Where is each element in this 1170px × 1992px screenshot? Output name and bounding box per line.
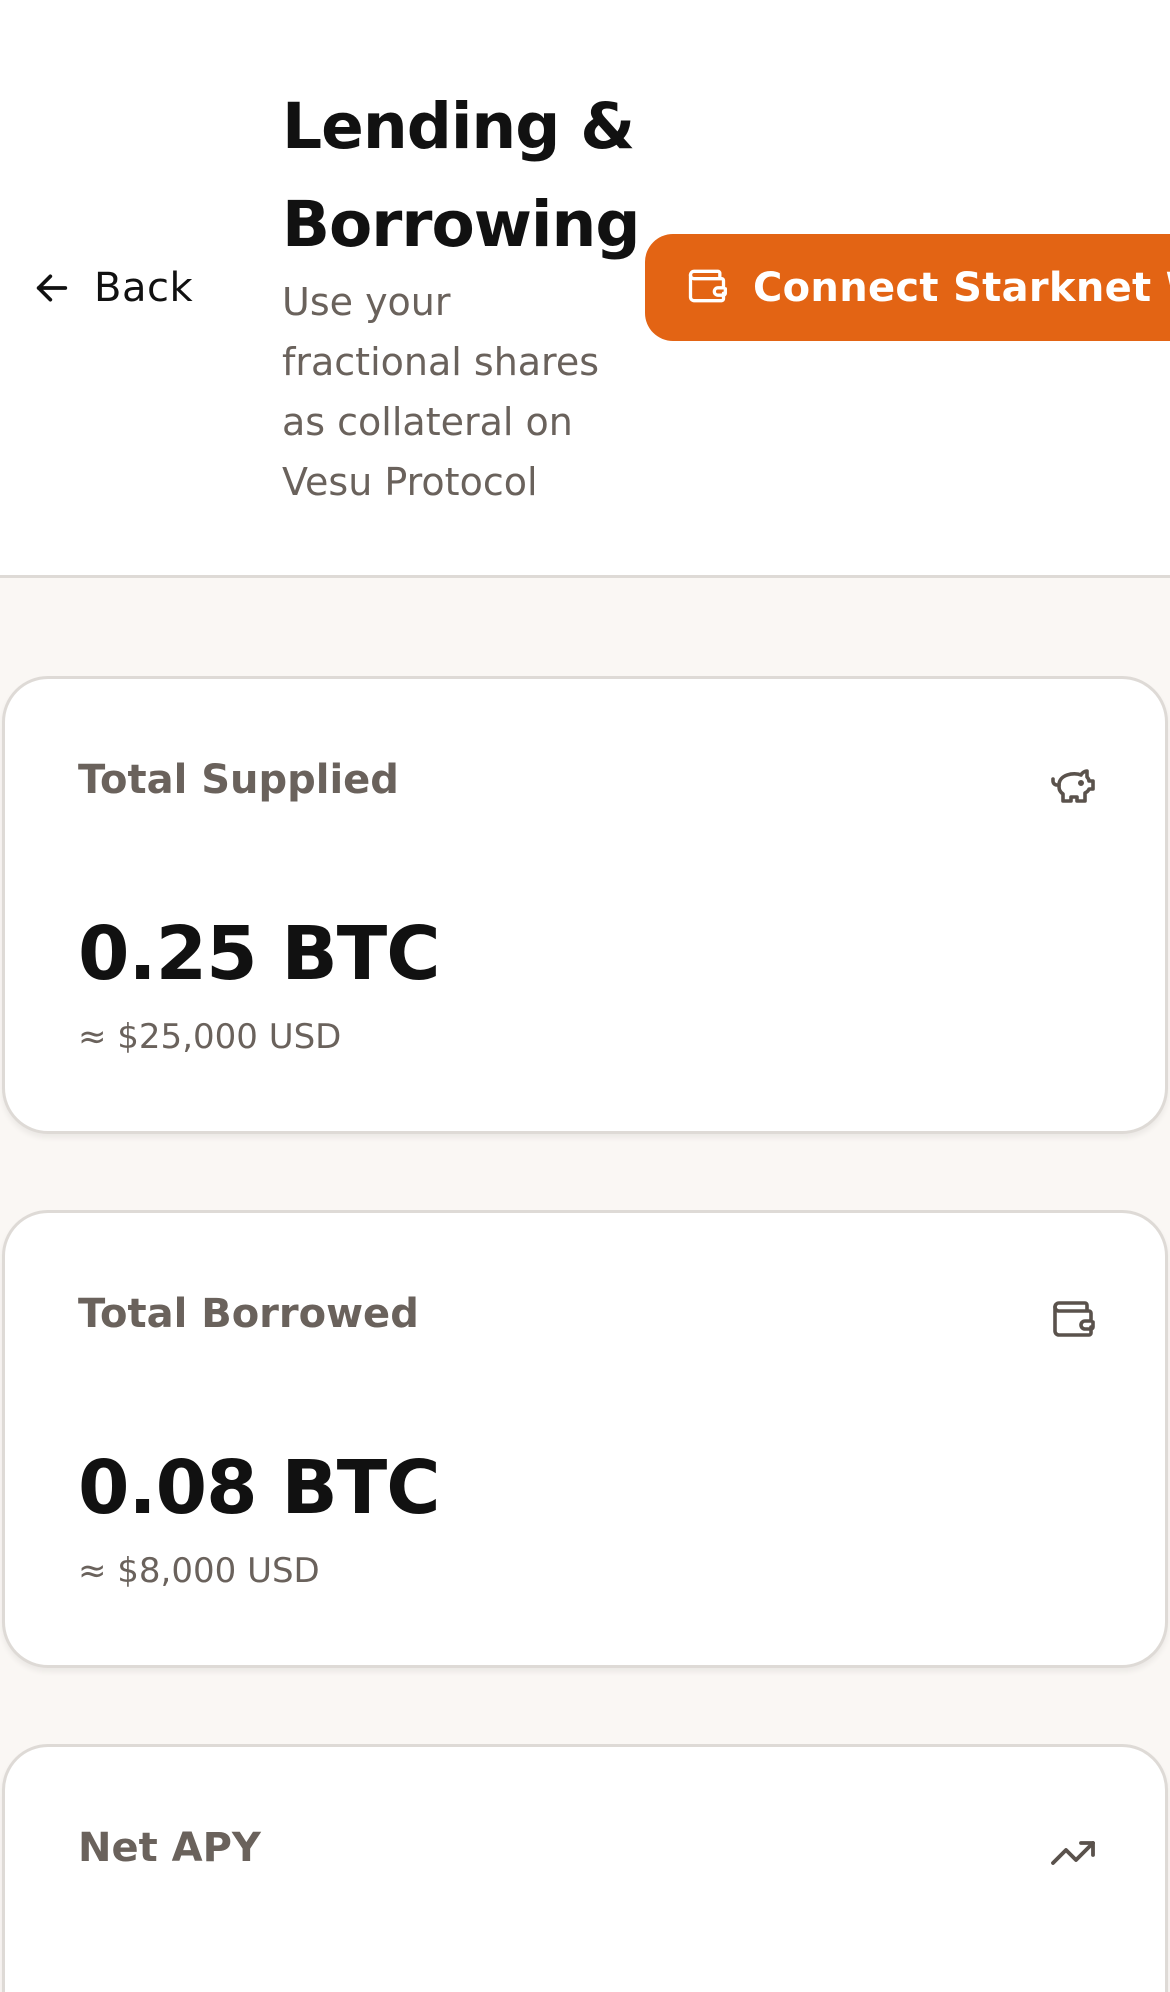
total-borrowed-card: Total Borrowed 0.08 BTC ≈ $8,000 USD bbox=[2, 1210, 1168, 1668]
page-subtitle: Use your fractional shares as collateral… bbox=[282, 280, 600, 504]
connect-wallet-label: Connect Starknet Wallet bbox=[753, 264, 1170, 311]
card-label: Total Borrowed bbox=[78, 1291, 419, 1337]
connect-wallet-button[interactable]: Connect Starknet Wallet bbox=[645, 234, 1170, 341]
card-value: 0.25 BTC bbox=[78, 911, 441, 997]
page-header: Back Lending & Borrowing Use your fracti… bbox=[0, 0, 1170, 578]
trending-up-icon bbox=[1049, 1829, 1097, 1877]
wallet-icon bbox=[1049, 1295, 1097, 1343]
net-apy-card: Net APY bbox=[2, 1744, 1168, 1992]
card-value: 0.08 BTC bbox=[78, 1445, 441, 1531]
card-label: Net APY bbox=[78, 1825, 261, 1871]
piggy-bank-icon bbox=[1049, 761, 1097, 809]
page-title: Lending & Borrowing bbox=[282, 90, 640, 261]
card-usd-value: ≈ $8,000 USD bbox=[78, 1551, 320, 1591]
title-block: Lending & Borrowing Use your fractional … bbox=[282, 78, 662, 512]
back-label: Back bbox=[94, 265, 194, 311]
lending-page: Back Lending & Borrowing Use your fracti… bbox=[0, 0, 1170, 1992]
card-label: Total Supplied bbox=[78, 757, 399, 803]
back-button[interactable]: Back bbox=[32, 258, 193, 318]
arrow-left-icon bbox=[32, 268, 72, 308]
card-usd-value: ≈ $25,000 USD bbox=[78, 1017, 342, 1057]
wallet-icon bbox=[685, 264, 729, 312]
total-supplied-card: Total Supplied 0.25 BTC ≈ $25,000 USD bbox=[2, 676, 1168, 1134]
